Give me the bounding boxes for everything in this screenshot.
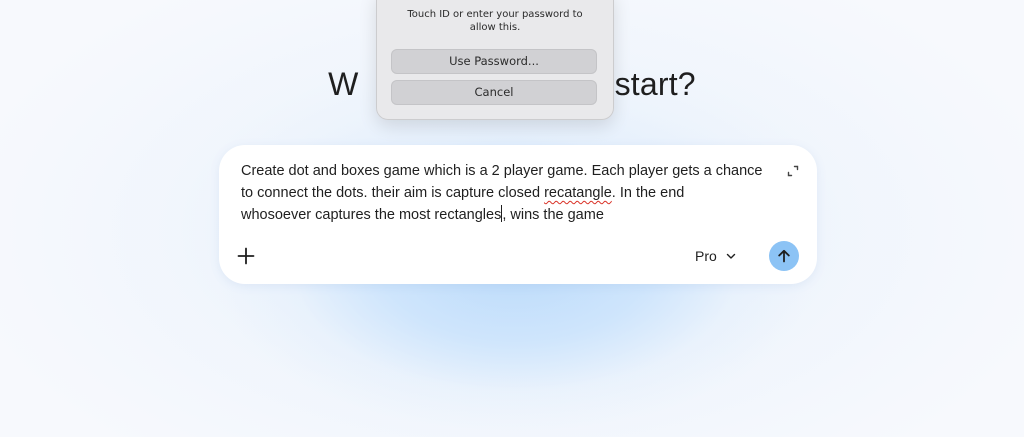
model-selector[interactable]: Pro (695, 245, 737, 267)
misspelled-word: recatangle (544, 185, 612, 201)
authentication-dialog: Touch ID or enter your password to allow… (376, 0, 614, 120)
prompt-line-2: to connect the dots. their aim is captur… (241, 182, 781, 204)
arrow-up-icon (778, 249, 790, 263)
model-label: Pro (695, 248, 717, 264)
auth-message: Touch ID or enter your password to allow… (407, 9, 583, 33)
chevron-down-icon (726, 253, 735, 259)
cancel-button[interactable]: Cancel (391, 80, 597, 105)
expand-icon[interactable] (786, 164, 800, 178)
heading-visible-start: W (328, 66, 359, 102)
use-password-button[interactable]: Use Password... (391, 49, 597, 74)
prompt-card: Create dot and boxes game which is a 2 p… (219, 145, 817, 284)
prompt-line-1: Create dot and boxes game which is a 2 p… (241, 163, 763, 179)
prompt-text-segment: whosoever captures the most rectangles (241, 207, 502, 223)
prompt-text-segment: to connect the dots. their aim is captur… (241, 185, 541, 201)
prompt-input[interactable]: Create dot and boxes game which is a 2 p… (241, 160, 781, 226)
plus-icon[interactable] (236, 246, 256, 266)
send-button[interactable] (769, 241, 799, 271)
heading-visible-end: start? (614, 66, 696, 102)
prompt-line-3: whosoever captures the most rectangles, … (241, 204, 781, 226)
prompt-text-segment: , wins the game (502, 207, 604, 223)
prompt-text-segment: . In the end (611, 185, 685, 201)
